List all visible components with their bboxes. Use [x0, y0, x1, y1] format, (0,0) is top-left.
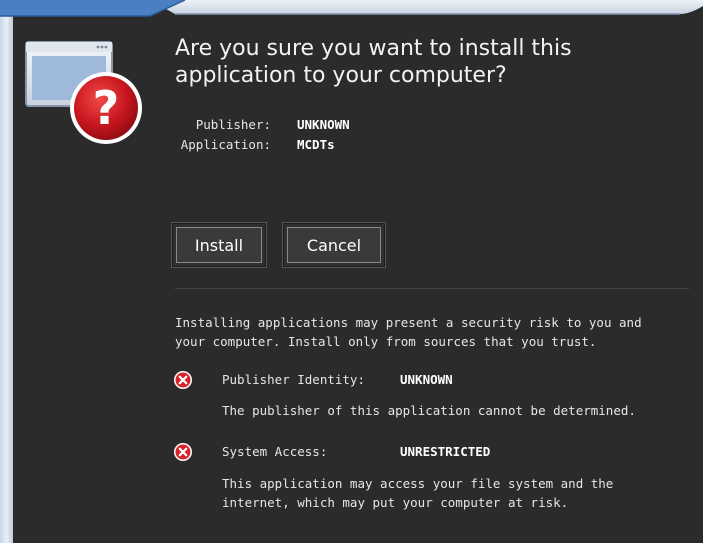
risk-publisher-description: The publisher of this application cannot… [222, 403, 636, 418]
publisher-label: Publisher: [195, 117, 271, 132]
section-divider [175, 288, 689, 289]
risk-system-access-value: UNRESTRICTED [400, 444, 491, 459]
publisher-value: UNKNOWN [297, 117, 350, 132]
application-label: Application: [180, 137, 271, 152]
application-value: MCDTs [297, 137, 335, 152]
error-x-icon [174, 443, 192, 461]
risk-system-access-description-line-1: This application may access your file sy… [222, 476, 614, 491]
callout-pointer [0, 0, 186, 17]
install-button-label[interactable]: Install [176, 227, 262, 263]
security-warning-line-2: your computer. Install only from sources… [175, 334, 597, 349]
security-warning-line-1: Installing applications may present a se… [175, 315, 642, 330]
risk-system-access-description-line-2: internet, which may put your computer at… [222, 495, 569, 510]
risk-system-access-label: System Access: [222, 444, 328, 459]
cancel-button-label[interactable]: Cancel [287, 227, 381, 263]
error-x-icon [174, 371, 192, 389]
dialog-headline: Are you sure you want to install this ap… [175, 36, 572, 88]
risk-publisher-value: UNKNOWN [400, 372, 453, 387]
risk-publisher-label: Publisher Identity: [222, 372, 365, 387]
install-button[interactable]: Install [171, 222, 267, 268]
window-left-edge [0, 0, 13, 543]
cancel-button[interactable]: Cancel [282, 222, 386, 268]
install-question-icon: ? [25, 41, 142, 144]
svg-text:?: ? [93, 81, 120, 135]
